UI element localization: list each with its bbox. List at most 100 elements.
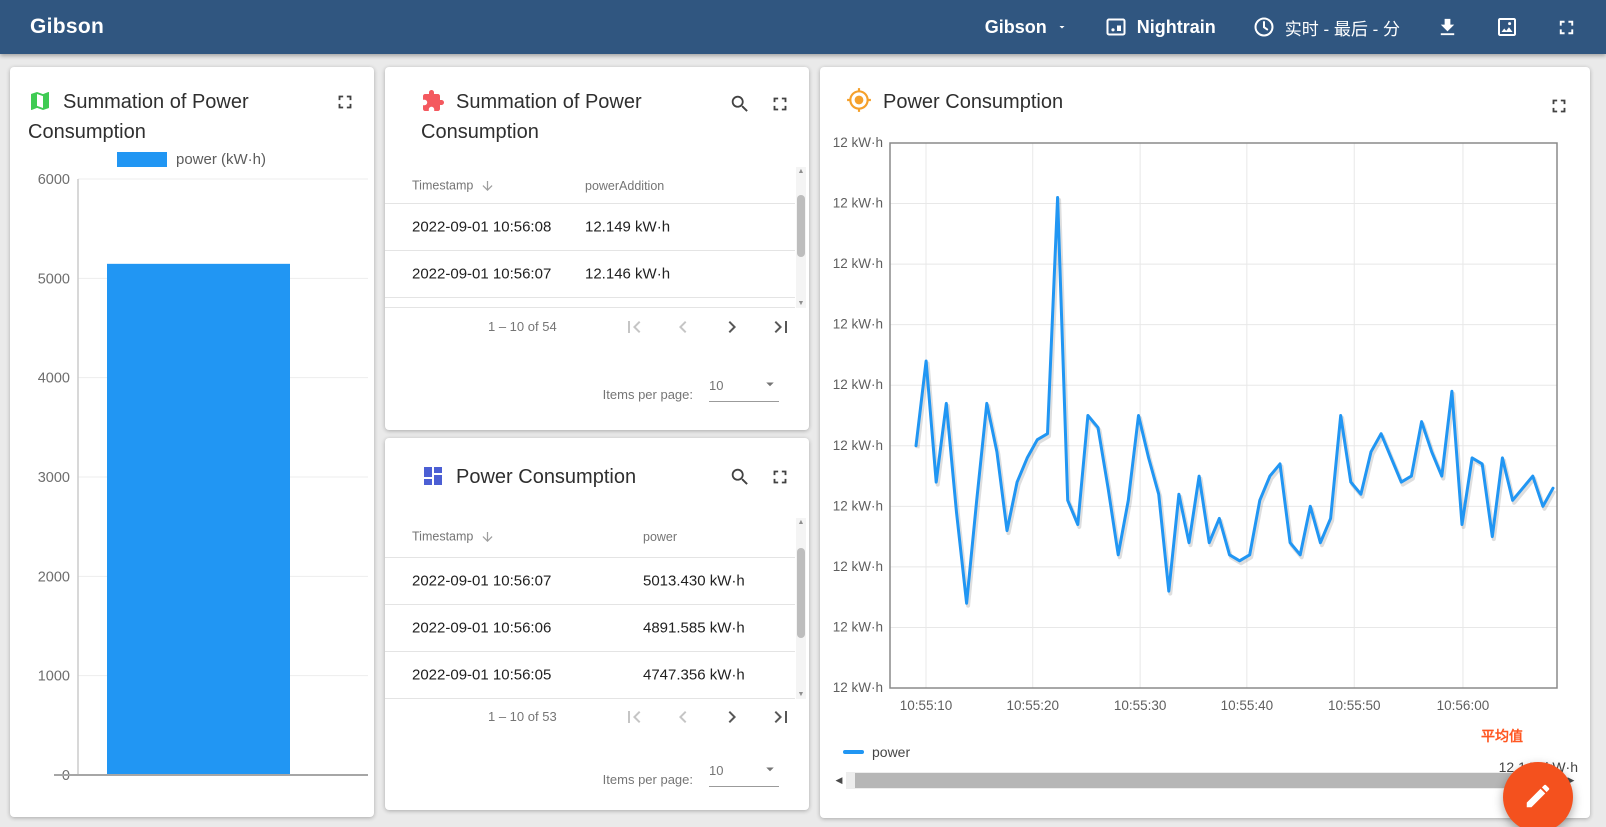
chevron-down-icon xyxy=(1056,21,1068,33)
column-header-timestamp[interactable]: Timestamp xyxy=(412,178,495,193)
dashboard-name: Nightrain xyxy=(1137,17,1216,38)
cell-value: 4891.585 kW·h xyxy=(643,620,745,637)
fullscreen-icon xyxy=(1555,16,1578,39)
svg-text:12 kW·h: 12 kW·h xyxy=(833,196,883,211)
svg-text:10:55:10: 10:55:10 xyxy=(900,698,953,713)
cell-timestamp: 2022-09-01 10:56:06 xyxy=(412,620,551,637)
bar-chart[interactable]: 0100020003000400050006000 xyxy=(10,67,374,817)
first-page-button[interactable] xyxy=(622,705,646,729)
entity-select-label: Gibson xyxy=(985,17,1047,38)
clock-icon xyxy=(1252,15,1276,39)
svg-text:12 kW·h: 12 kW·h xyxy=(833,317,883,332)
widget-title: Power Consumption xyxy=(456,466,636,488)
entity-select[interactable]: Gibson xyxy=(985,17,1068,38)
fullscreen-icon xyxy=(769,466,791,488)
svg-text:12 kW·h: 12 kW·h xyxy=(833,619,883,634)
table-scrollbar[interactable]: ▲ ▼ xyxy=(796,167,806,308)
table-header-row: Timestamp powerAddition xyxy=(385,167,795,204)
items-per-page-select[interactable]: 10 xyxy=(709,760,779,787)
average-column-header: 平均值 xyxy=(1481,726,1523,746)
chevron-down-icon xyxy=(761,760,779,781)
svg-text:4000: 4000 xyxy=(38,371,70,387)
svg-text:1000: 1000 xyxy=(38,669,70,685)
pencil-icon xyxy=(1523,781,1553,814)
table-row[interactable]: 2022-09-01 10:56:06 4891.585 kW·h xyxy=(385,605,795,652)
timewindow-button[interactable]: 实时 - 最后 - 分 xyxy=(1252,15,1400,40)
dashboard-select[interactable]: Nightrain xyxy=(1104,15,1216,39)
scroll-up-icon[interactable]: ▲ xyxy=(796,519,806,526)
scrollbar-thumb[interactable] xyxy=(855,773,1536,788)
cell-value: 4747.356 kW·h xyxy=(643,667,745,684)
items-per-page-label: Items per page: xyxy=(603,387,693,402)
items-per-page-select[interactable]: 10 xyxy=(709,375,779,402)
next-page-button[interactable] xyxy=(720,705,744,729)
table-row[interactable]: 2022-09-01 10:56:05 4747.356 kW·h xyxy=(385,652,795,699)
svg-text:2000: 2000 xyxy=(38,569,70,585)
table-search-button[interactable] xyxy=(729,466,751,488)
search-icon xyxy=(729,93,751,115)
timewindow-label: 实时 - 最后 - 分 xyxy=(1285,15,1400,40)
column-header-value[interactable]: power xyxy=(643,530,677,544)
cell-value: 12.146 kW·h xyxy=(585,266,670,283)
scroll-left-icon[interactable]: ◀ xyxy=(832,775,846,786)
prev-page-button[interactable] xyxy=(671,315,695,339)
sort-desc-icon xyxy=(480,178,495,193)
edit-dashboard-fab[interactable] xyxy=(1503,762,1573,827)
line-chart[interactable]: 12 kW·h 12 kW·h 12 kW·h 12 kW·h 12 kW·h 12 kW… xyxy=(820,67,1590,818)
widget-fullscreen-button[interactable] xyxy=(769,466,791,488)
table-search-button[interactable] xyxy=(729,93,751,115)
items-per-page-value: 10 xyxy=(709,378,723,393)
svg-text:10:55:30: 10:55:30 xyxy=(1114,698,1167,713)
column-header-timestamp[interactable]: Timestamp xyxy=(412,529,495,544)
scroll-down-icon[interactable]: ▼ xyxy=(796,300,806,307)
puzzle-icon xyxy=(421,89,445,113)
app-title: Gibson xyxy=(0,15,104,39)
table-row[interactable]: 2022-09-01 10:56:07 5013.430 kW·h xyxy=(385,558,795,605)
chart-legend: power xyxy=(843,744,910,760)
widget-title: Summation of Power Consumption xyxy=(421,91,642,143)
scroll-down-icon[interactable]: ▼ xyxy=(796,691,806,698)
table-scrollbar[interactable]: ▲ ▼ xyxy=(796,518,806,699)
table-widget-summation: Summation of Power Consumption Timestamp… xyxy=(385,67,809,430)
paginator-buttons xyxy=(622,705,793,729)
column-header-value[interactable]: powerAddition xyxy=(585,179,664,193)
table-row[interactable]: 2022-09-01 10:56:07 12.146 kW·h xyxy=(385,251,795,298)
first-page-button[interactable] xyxy=(622,315,646,339)
clipped-row-divider xyxy=(385,307,795,308)
last-page-button[interactable] xyxy=(769,315,793,339)
last-page-button[interactable] xyxy=(769,705,793,729)
screenshot-button[interactable] xyxy=(1495,15,1519,39)
svg-text:12 kW·h: 12 kW·h xyxy=(833,559,883,574)
svg-text:12 kW·h: 12 kW·h xyxy=(833,256,883,271)
cell-timestamp: 2022-09-01 10:56:05 xyxy=(412,667,551,684)
fullscreen-button[interactable] xyxy=(1555,16,1578,39)
paginator-range: 1 – 10 of 53 xyxy=(488,709,557,724)
svg-text:12 kW·h: 12 kW·h xyxy=(833,680,883,695)
widget-header: Power Consumption xyxy=(421,462,709,492)
export-button[interactable] xyxy=(1436,16,1459,39)
svg-text:10:55:40: 10:55:40 xyxy=(1221,698,1274,713)
table-row[interactable]: 2022-09-01 10:56:08 12.149 kW·h xyxy=(385,204,795,251)
scrollbar-track[interactable] xyxy=(846,772,1564,789)
cell-timestamp: 2022-09-01 10:56:07 xyxy=(412,266,551,283)
items-per-page-value: 10 xyxy=(709,763,723,778)
paginator-buttons xyxy=(622,315,793,339)
legend-swatch xyxy=(843,750,864,754)
scrollbar-thumb[interactable] xyxy=(797,548,805,638)
scrollbar-thumb[interactable] xyxy=(797,195,805,257)
line-chart-widget: Power Consumption 12 kW·h12 kW·h12 kW·h1… xyxy=(820,67,1590,818)
chart-horizontal-scrollbar[interactable]: ◀ ▶ xyxy=(832,772,1578,789)
cell-value: 5013.430 kW·h xyxy=(643,573,745,590)
cell-value: 12.149 kW·h xyxy=(585,219,670,236)
widget-fullscreen-button[interactable] xyxy=(769,93,791,115)
image-icon xyxy=(1495,15,1519,39)
scroll-up-icon[interactable]: ▲ xyxy=(796,168,806,175)
cell-timestamp: 2022-09-01 10:56:07 xyxy=(412,573,551,590)
fullscreen-icon xyxy=(769,93,791,115)
svg-text:12 kW·h: 12 kW·h xyxy=(833,438,883,453)
table-header-row: Timestamp power xyxy=(385,518,795,555)
next-page-button[interactable] xyxy=(720,315,744,339)
svg-text:10:56:00: 10:56:00 xyxy=(1437,698,1490,713)
prev-page-button[interactable] xyxy=(671,705,695,729)
svg-text:5000: 5000 xyxy=(38,271,70,287)
